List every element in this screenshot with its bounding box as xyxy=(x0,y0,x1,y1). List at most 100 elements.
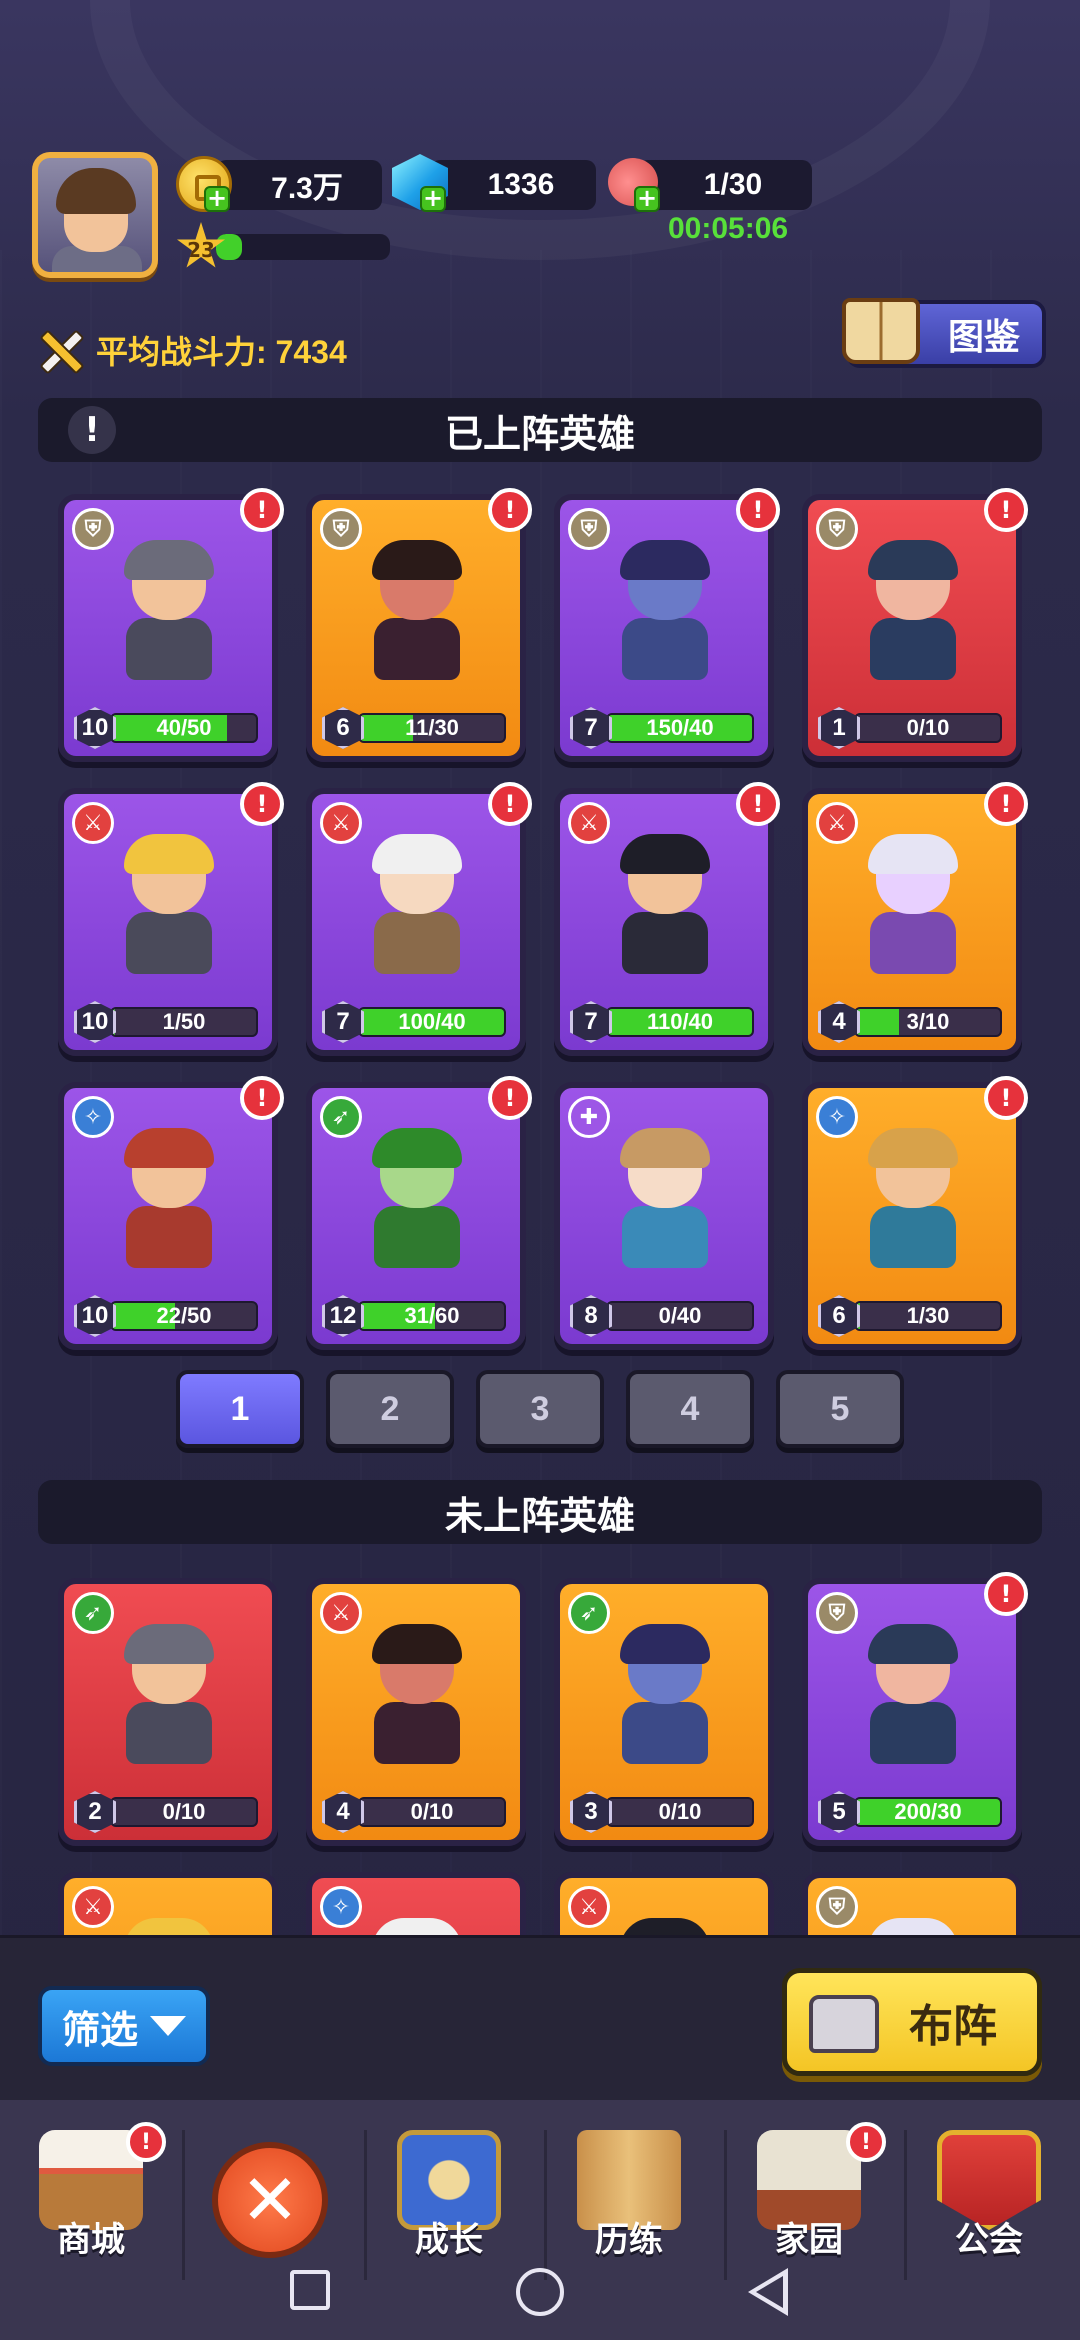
hero-card-footer: 12 31/60 xyxy=(322,1295,506,1337)
hero-card[interactable]: ➶ 2 0/10 xyxy=(58,1578,278,1846)
nav-divider xyxy=(724,2130,727,2280)
page-button-3[interactable]: 3 xyxy=(476,1370,604,1448)
hero-card[interactable]: ➶ 3 0/10 xyxy=(554,1578,774,1846)
hero-level: 7 xyxy=(570,1001,612,1043)
action-bar: 筛选 布阵 xyxy=(0,1935,1080,2100)
hero-portrait xyxy=(848,1624,978,1774)
hero-card-footer: 6 1/30 xyxy=(818,1295,1002,1337)
avatar-portrait xyxy=(38,158,152,272)
hero-card-footer: 10 22/50 xyxy=(74,1295,258,1337)
hero-card-footer: 5 200/30 xyxy=(818,1791,1002,1833)
hero-portrait xyxy=(352,834,482,984)
book-icon xyxy=(842,298,920,364)
hero-card[interactable]: ⚔ 7 110/40 xyxy=(554,788,774,1056)
hero-fragment-bar: 22/50 xyxy=(110,1301,258,1331)
hero-fragment-bar: 1/30 xyxy=(854,1301,1002,1331)
gold-counter: 7.3万 xyxy=(216,160,382,210)
stamina-value: 1/30 xyxy=(703,168,763,201)
hero-fragment-bar: 0/10 xyxy=(606,1797,754,1827)
back-icon[interactable] xyxy=(748,2268,788,2316)
hero-card[interactable]: ⚔ 4 3/10 xyxy=(802,788,1022,1056)
hero-fragment-count: 0/10 xyxy=(906,715,950,740)
hero-card[interactable]: ⚔ 10 1/50 xyxy=(58,788,278,1056)
hero-fragment-bar: 40/50 xyxy=(110,713,258,743)
system-nav-bar xyxy=(0,2260,1080,2340)
hero-card-footer: 4 0/10 xyxy=(322,1791,506,1833)
hero-card[interactable]: ⛨ 1 0/10 xyxy=(802,494,1022,762)
xp-bar xyxy=(216,234,390,260)
close-button[interactable]: ✕ xyxy=(212,2142,328,2258)
hero-level: 10 xyxy=(74,1001,116,1043)
page-button-5[interactable]: 5 xyxy=(776,1370,904,1448)
hero-card-footer: 10 40/50 xyxy=(74,707,258,749)
hero-portrait xyxy=(104,1624,234,1774)
hero-fragment-bar: 3/10 xyxy=(854,1007,1002,1037)
hero-fragment-bar: 110/40 xyxy=(606,1007,754,1037)
hero-fragment-bar: 0/40 xyxy=(606,1301,754,1331)
hero-card-footer: 1 0/10 xyxy=(818,707,1002,749)
page-button-4[interactable]: 4 xyxy=(626,1370,754,1448)
nav-home-label: 家园 xyxy=(775,2220,843,2260)
hero-level: 12 xyxy=(322,1295,364,1337)
hero-fragment-count: 22/50 xyxy=(156,1303,212,1328)
hero-portrait xyxy=(352,1128,482,1278)
hero-portrait xyxy=(600,540,730,690)
home-icon[interactable] xyxy=(516,2268,564,2316)
hero-card[interactable]: ✧ 10 22/50 xyxy=(58,1082,278,1350)
alert-badge: ! xyxy=(240,782,284,826)
page-button-1[interactable]: 1 xyxy=(176,1370,304,1448)
deployed-heroes-title: 已上阵英雄 xyxy=(444,411,635,456)
info-icon[interactable]: ! xyxy=(68,406,116,454)
alert-badge: ! xyxy=(488,782,532,826)
nav-guild[interactable]: 公会 xyxy=(914,2130,1064,2280)
nav-trials[interactable]: 历练 xyxy=(554,2130,704,2280)
stamina-plus-icon[interactable]: + xyxy=(634,186,660,212)
hero-card[interactable]: ⚔ 7 100/40 xyxy=(306,788,526,1056)
hero-card-footer: 8 0/40 xyxy=(570,1295,754,1337)
hero-level: 6 xyxy=(322,707,364,749)
nav-trials-label: 历练 xyxy=(595,2220,663,2260)
hero-card[interactable]: ✚ 8 0/40 xyxy=(554,1082,774,1350)
hero-card[interactable]: ➶ 12 31/60 xyxy=(306,1082,526,1350)
hero-fragment-bar: 200/30 xyxy=(854,1797,1002,1827)
hero-fragment-bar: 0/10 xyxy=(110,1797,258,1827)
alert-badge: ! xyxy=(984,488,1028,532)
hero-level: 6 xyxy=(818,1295,860,1337)
recent-apps-icon[interactable] xyxy=(290,2270,330,2310)
codex-button[interactable]: 图鉴 xyxy=(842,298,1046,368)
gold-value: 7.3万 xyxy=(271,172,343,205)
hero-level: 7 xyxy=(322,1001,364,1043)
hero-card-footer: 4 3/10 xyxy=(818,1001,1002,1043)
player-avatar[interactable] xyxy=(32,152,158,278)
nav-divider xyxy=(182,2130,185,2280)
filter-button[interactable]: 筛选 xyxy=(38,1986,210,2066)
nav-divider xyxy=(904,2130,907,2280)
hero-card-footer: 10 1/50 xyxy=(74,1001,258,1043)
hero-fragment-bar: 0/10 xyxy=(358,1797,506,1827)
gold-plus-icon[interactable]: + xyxy=(204,186,230,212)
hero-card[interactable]: ⛨ 5 200/30 xyxy=(802,1578,1022,1846)
page-button-2[interactable]: 2 xyxy=(326,1370,454,1448)
gem-plus-icon[interactable]: + xyxy=(420,186,446,212)
nav-divider xyxy=(544,2130,547,2280)
hero-level: 4 xyxy=(322,1791,364,1833)
hero-fragment-count: 40/50 xyxy=(156,715,212,740)
hero-portrait xyxy=(848,540,978,690)
hero-card[interactable]: ⛨ 7 150/40 xyxy=(554,494,774,762)
hero-card[interactable]: ⛨ 10 40/50 xyxy=(58,494,278,762)
hero-card[interactable]: ✧ 6 1/30 xyxy=(802,1082,1022,1350)
nav-growth[interactable]: 成长 xyxy=(374,2130,524,2280)
hero-card[interactable]: ⚔ 4 0/10 xyxy=(306,1578,526,1846)
hero-fragment-count: 1/50 xyxy=(162,1009,206,1034)
hero-fragment-bar: 150/40 xyxy=(606,713,754,743)
hero-level: 8 xyxy=(570,1295,612,1337)
alert-badge: ! xyxy=(736,488,780,532)
hero-fragment-bar: 1/50 xyxy=(110,1007,258,1037)
team-pager: 12345 xyxy=(176,1370,904,1448)
formation-button[interactable]: 布阵 xyxy=(782,1968,1042,2076)
hero-card[interactable]: ⛨ 6 11/30 xyxy=(306,494,526,762)
alert-badge: ! xyxy=(736,782,780,826)
hero-portrait xyxy=(104,540,234,690)
hero-portrait xyxy=(600,834,730,984)
hero-level: 2 xyxy=(74,1791,116,1833)
